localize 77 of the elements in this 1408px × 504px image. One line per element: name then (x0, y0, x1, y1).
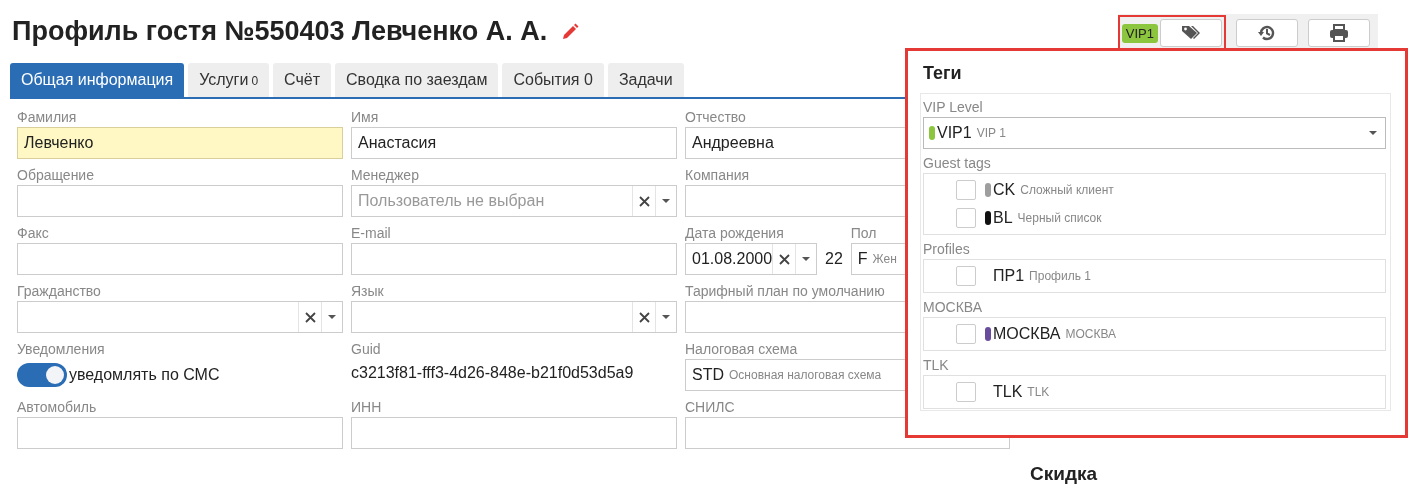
field-label: СНИЛС (685, 398, 736, 417)
field-label: Гражданство (17, 282, 102, 301)
caret-icon[interactable] (328, 315, 336, 319)
select-field[interactable] (17, 301, 343, 333)
checkbox[interactable] (956, 180, 976, 200)
tag-code: ПР1 (993, 267, 1025, 285)
tag-name: Сложный клиент (1020, 183, 1114, 197)
field-label: Менеджер (351, 166, 420, 185)
field-label: Имя (351, 108, 380, 127)
tab[interactable]: Счёт (273, 63, 331, 97)
print-button[interactable] (1308, 19, 1370, 47)
toggle-switch[interactable] (17, 363, 67, 387)
field-label: Компания (685, 166, 751, 185)
field-label: Дата рождения (685, 224, 785, 243)
tag-name: Черный список (1017, 211, 1102, 225)
age-text: 22 (825, 249, 843, 269)
field-label: Пол (850, 224, 878, 243)
field-label: E-mail (351, 224, 392, 243)
caret-icon[interactable] (662, 315, 670, 319)
vip-badge: VIP1 (1121, 23, 1158, 43)
group-label: TLK (923, 356, 950, 375)
tab[interactable]: Общая информация (10, 63, 185, 97)
input-field[interactable] (17, 243, 343, 275)
caret-icon[interactable] (802, 257, 810, 261)
input-field[interactable] (17, 417, 343, 449)
clear-icon[interactable] (304, 311, 316, 323)
field-label: Налоговая схема (685, 340, 799, 359)
field-label: Фамилия (17, 108, 78, 127)
pencil-icon[interactable] (561, 22, 580, 41)
checkbox[interactable] (956, 324, 976, 344)
tab[interactable]: События 0 (502, 63, 604, 97)
field-label: ИНН (351, 398, 383, 417)
caret-icon[interactable] (1369, 131, 1377, 135)
field-label: Уведомления (17, 340, 106, 359)
field-label: Автомобиль (17, 398, 98, 417)
history-button[interactable] (1236, 19, 1298, 47)
select-field[interactable] (351, 301, 677, 333)
field-label: Guid (351, 340, 382, 359)
tag-name: МОСКВА (1065, 327, 1117, 341)
tag-code: CK (993, 181, 1016, 199)
toggle-label: уведомлять по СМС (69, 366, 220, 384)
group-label: VIP Level (923, 98, 984, 117)
checkbox[interactable] (956, 208, 976, 228)
page-title: Профиль гостя №550403 Левченко А. А. (12, 16, 548, 47)
tag-code: МОСКВА (993, 325, 1061, 343)
section-heading: Скидка (1030, 463, 1098, 485)
input-field[interactable] (351, 417, 677, 449)
input-field[interactable]: Анастасия (351, 127, 677, 159)
field-label: Тарифный план по умолчанию (685, 282, 886, 301)
tag-code: BL (993, 209, 1013, 227)
group-label: Profiles (923, 240, 971, 259)
clear-icon[interactable] (778, 253, 790, 265)
input-field[interactable]: Левченко (17, 127, 343, 159)
input-field[interactable] (351, 243, 677, 275)
tag-name: TLK (1027, 385, 1050, 399)
tag-name: Профиль 1 (1029, 269, 1091, 283)
group-label: МОСКВА (923, 298, 984, 317)
field-label: Обращение (17, 166, 95, 185)
checkbox[interactable] (956, 266, 976, 286)
guid-text: c3213f81-fff3-4d26-848e-b21f0d53d5a9 (351, 363, 635, 383)
checkbox[interactable] (956, 382, 976, 402)
history-icon (1257, 24, 1277, 42)
tab[interactable]: Сводка по заездам (335, 63, 499, 97)
clear-icon[interactable] (638, 311, 650, 323)
field-label: Факс (17, 224, 50, 243)
select-field[interactable]: VIP1 VIP 1 (923, 117, 1386, 149)
field-label: Язык (351, 282, 385, 301)
tag-icon (1181, 24, 1201, 42)
tab[interactable]: Услуги 0 (188, 63, 270, 97)
tags-button[interactable] (1160, 19, 1222, 47)
input-field[interactable] (17, 185, 343, 217)
tab[interactable]: Задачи (607, 63, 684, 97)
date-field[interactable]: 01.08.2000 (685, 243, 817, 275)
clear-icon[interactable] (638, 195, 650, 207)
caret-icon[interactable] (662, 199, 670, 203)
printer-icon (1329, 24, 1349, 42)
popup-title: Теги (923, 63, 963, 84)
